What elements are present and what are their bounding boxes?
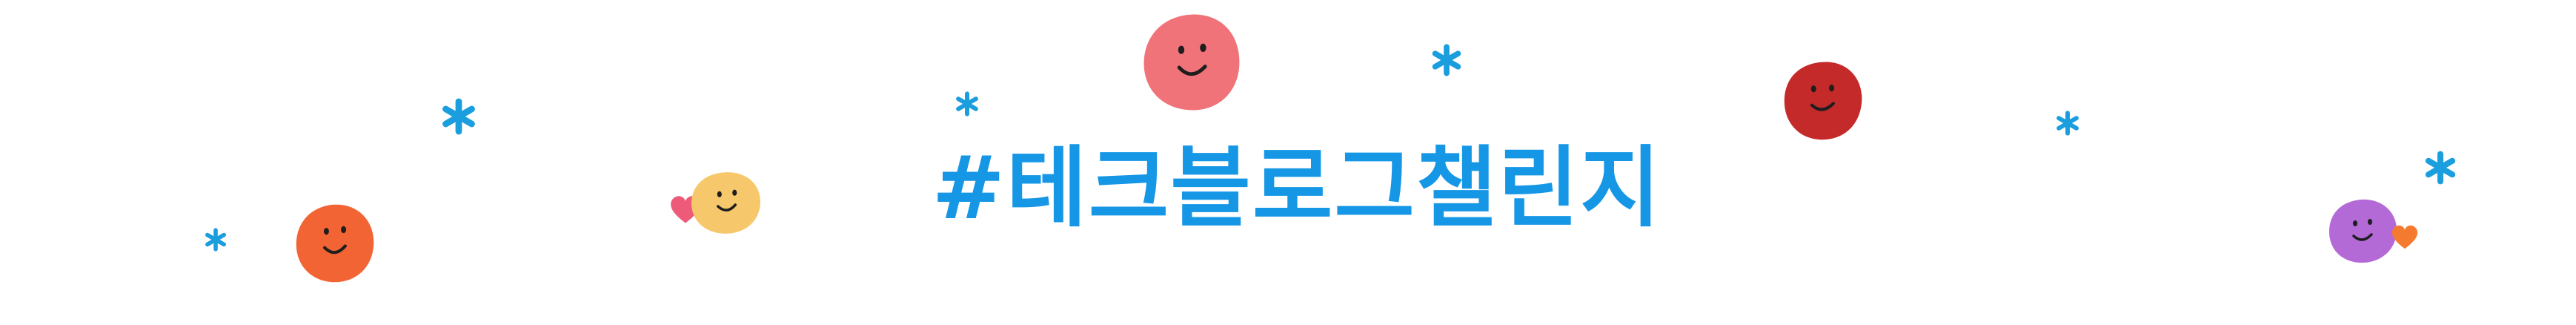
sparkle-icon [2055, 110, 2080, 137]
heart-icon [2391, 224, 2419, 251]
sparkle-icon [1430, 43, 1463, 77]
hashtag-title: #테크블로그챌린지 [932, 137, 1662, 239]
sparkle-icon [955, 91, 980, 117]
smiley-face-icon [2326, 197, 2400, 265]
sparkle-icon [204, 227, 228, 252]
smiley-face-icon [1138, 10, 1245, 114]
sparkle-icon [2423, 149, 2457, 186]
hashtag-banner: #테크블로그챌린지 [0, 0, 2576, 325]
smiley-face-icon [1779, 58, 1868, 144]
sparkle-icon [440, 97, 477, 136]
smiley-face-icon [688, 169, 763, 236]
smiley-face-icon [291, 200, 379, 286]
